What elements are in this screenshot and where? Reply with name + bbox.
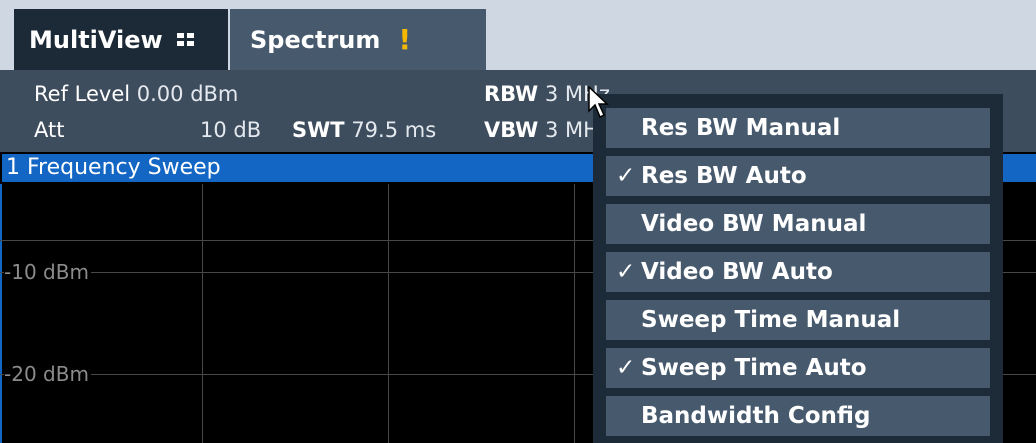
menu-item-label: Sweep Time Auto bbox=[641, 355, 867, 381]
swt-value: 79.5 ms bbox=[351, 118, 437, 142]
ref-level-value: 0.00 dBm bbox=[136, 82, 239, 106]
tab-multiview[interactable]: MultiView bbox=[14, 9, 228, 70]
menu-item-label: Video BW Auto bbox=[641, 259, 833, 285]
tab-bar: MultiView Spectrum ! bbox=[0, 0, 1036, 70]
check-icon: ✓ bbox=[616, 163, 636, 189]
tab-multiview-label: MultiView bbox=[29, 25, 163, 54]
vbw-info[interactable]: VBW 3 MHz bbox=[484, 118, 610, 142]
grid-line bbox=[202, 184, 203, 443]
rbw-label: RBW bbox=[484, 82, 539, 106]
att-value: 10 dB bbox=[200, 118, 262, 142]
menu-item-label: Res BW Manual bbox=[641, 115, 841, 141]
grid-line bbox=[574, 184, 575, 443]
grid-line bbox=[388, 184, 389, 443]
grid-icon bbox=[176, 33, 194, 46]
mouse-cursor-icon bbox=[588, 86, 609, 119]
tab-spectrum[interactable]: Spectrum ! bbox=[230, 9, 486, 70]
menu-item-res-bw-manual[interactable]: Res BW Manual bbox=[606, 108, 990, 148]
y-axis-label: -10 dBm bbox=[4, 260, 91, 284]
vbw-label: VBW bbox=[484, 118, 539, 142]
menu-item-sweep-time-manual[interactable]: Sweep Time Manual bbox=[606, 300, 990, 340]
warning-icon: ! bbox=[398, 23, 412, 56]
plot-border bbox=[0, 184, 2, 443]
ref-level-info[interactable]: Ref Level 0.00 dBm bbox=[34, 82, 238, 106]
att-label: Att bbox=[34, 118, 65, 142]
menu-item-res-bw-auto[interactable]: ✓ Res BW Auto bbox=[606, 156, 990, 196]
check-icon: ✓ bbox=[616, 259, 636, 285]
tab-spectrum-label: Spectrum bbox=[250, 25, 381, 54]
menu-item-bandwidth-config[interactable]: Bandwidth Config bbox=[606, 396, 990, 436]
check-icon: ✓ bbox=[616, 355, 636, 381]
menu-item-sweep-time-auto[interactable]: ✓ Sweep Time Auto bbox=[606, 348, 990, 388]
menu-item-label: Res BW Auto bbox=[641, 163, 807, 189]
menu-item-video-bw-manual[interactable]: Video BW Manual bbox=[606, 204, 990, 244]
y-axis-label: -20 dBm bbox=[4, 362, 91, 386]
menu-item-label: Sweep Time Manual bbox=[641, 307, 901, 333]
menu-item-label: Bandwidth Config bbox=[641, 403, 871, 429]
swt-info[interactable]: SWT 79.5 ms bbox=[292, 118, 436, 142]
menu-item-label: Video BW Manual bbox=[641, 211, 867, 237]
ref-level-label: Ref Level bbox=[34, 82, 131, 106]
att-value-info: 10 dB bbox=[200, 118, 261, 142]
menu-item-video-bw-auto[interactable]: ✓ Video BW Auto bbox=[606, 252, 990, 292]
bandwidth-context-menu: Res BW Manual ✓ Res BW Auto Video BW Man… bbox=[593, 94, 1003, 443]
swt-label: SWT bbox=[292, 118, 345, 142]
att-info[interactable]: Att bbox=[34, 118, 64, 142]
